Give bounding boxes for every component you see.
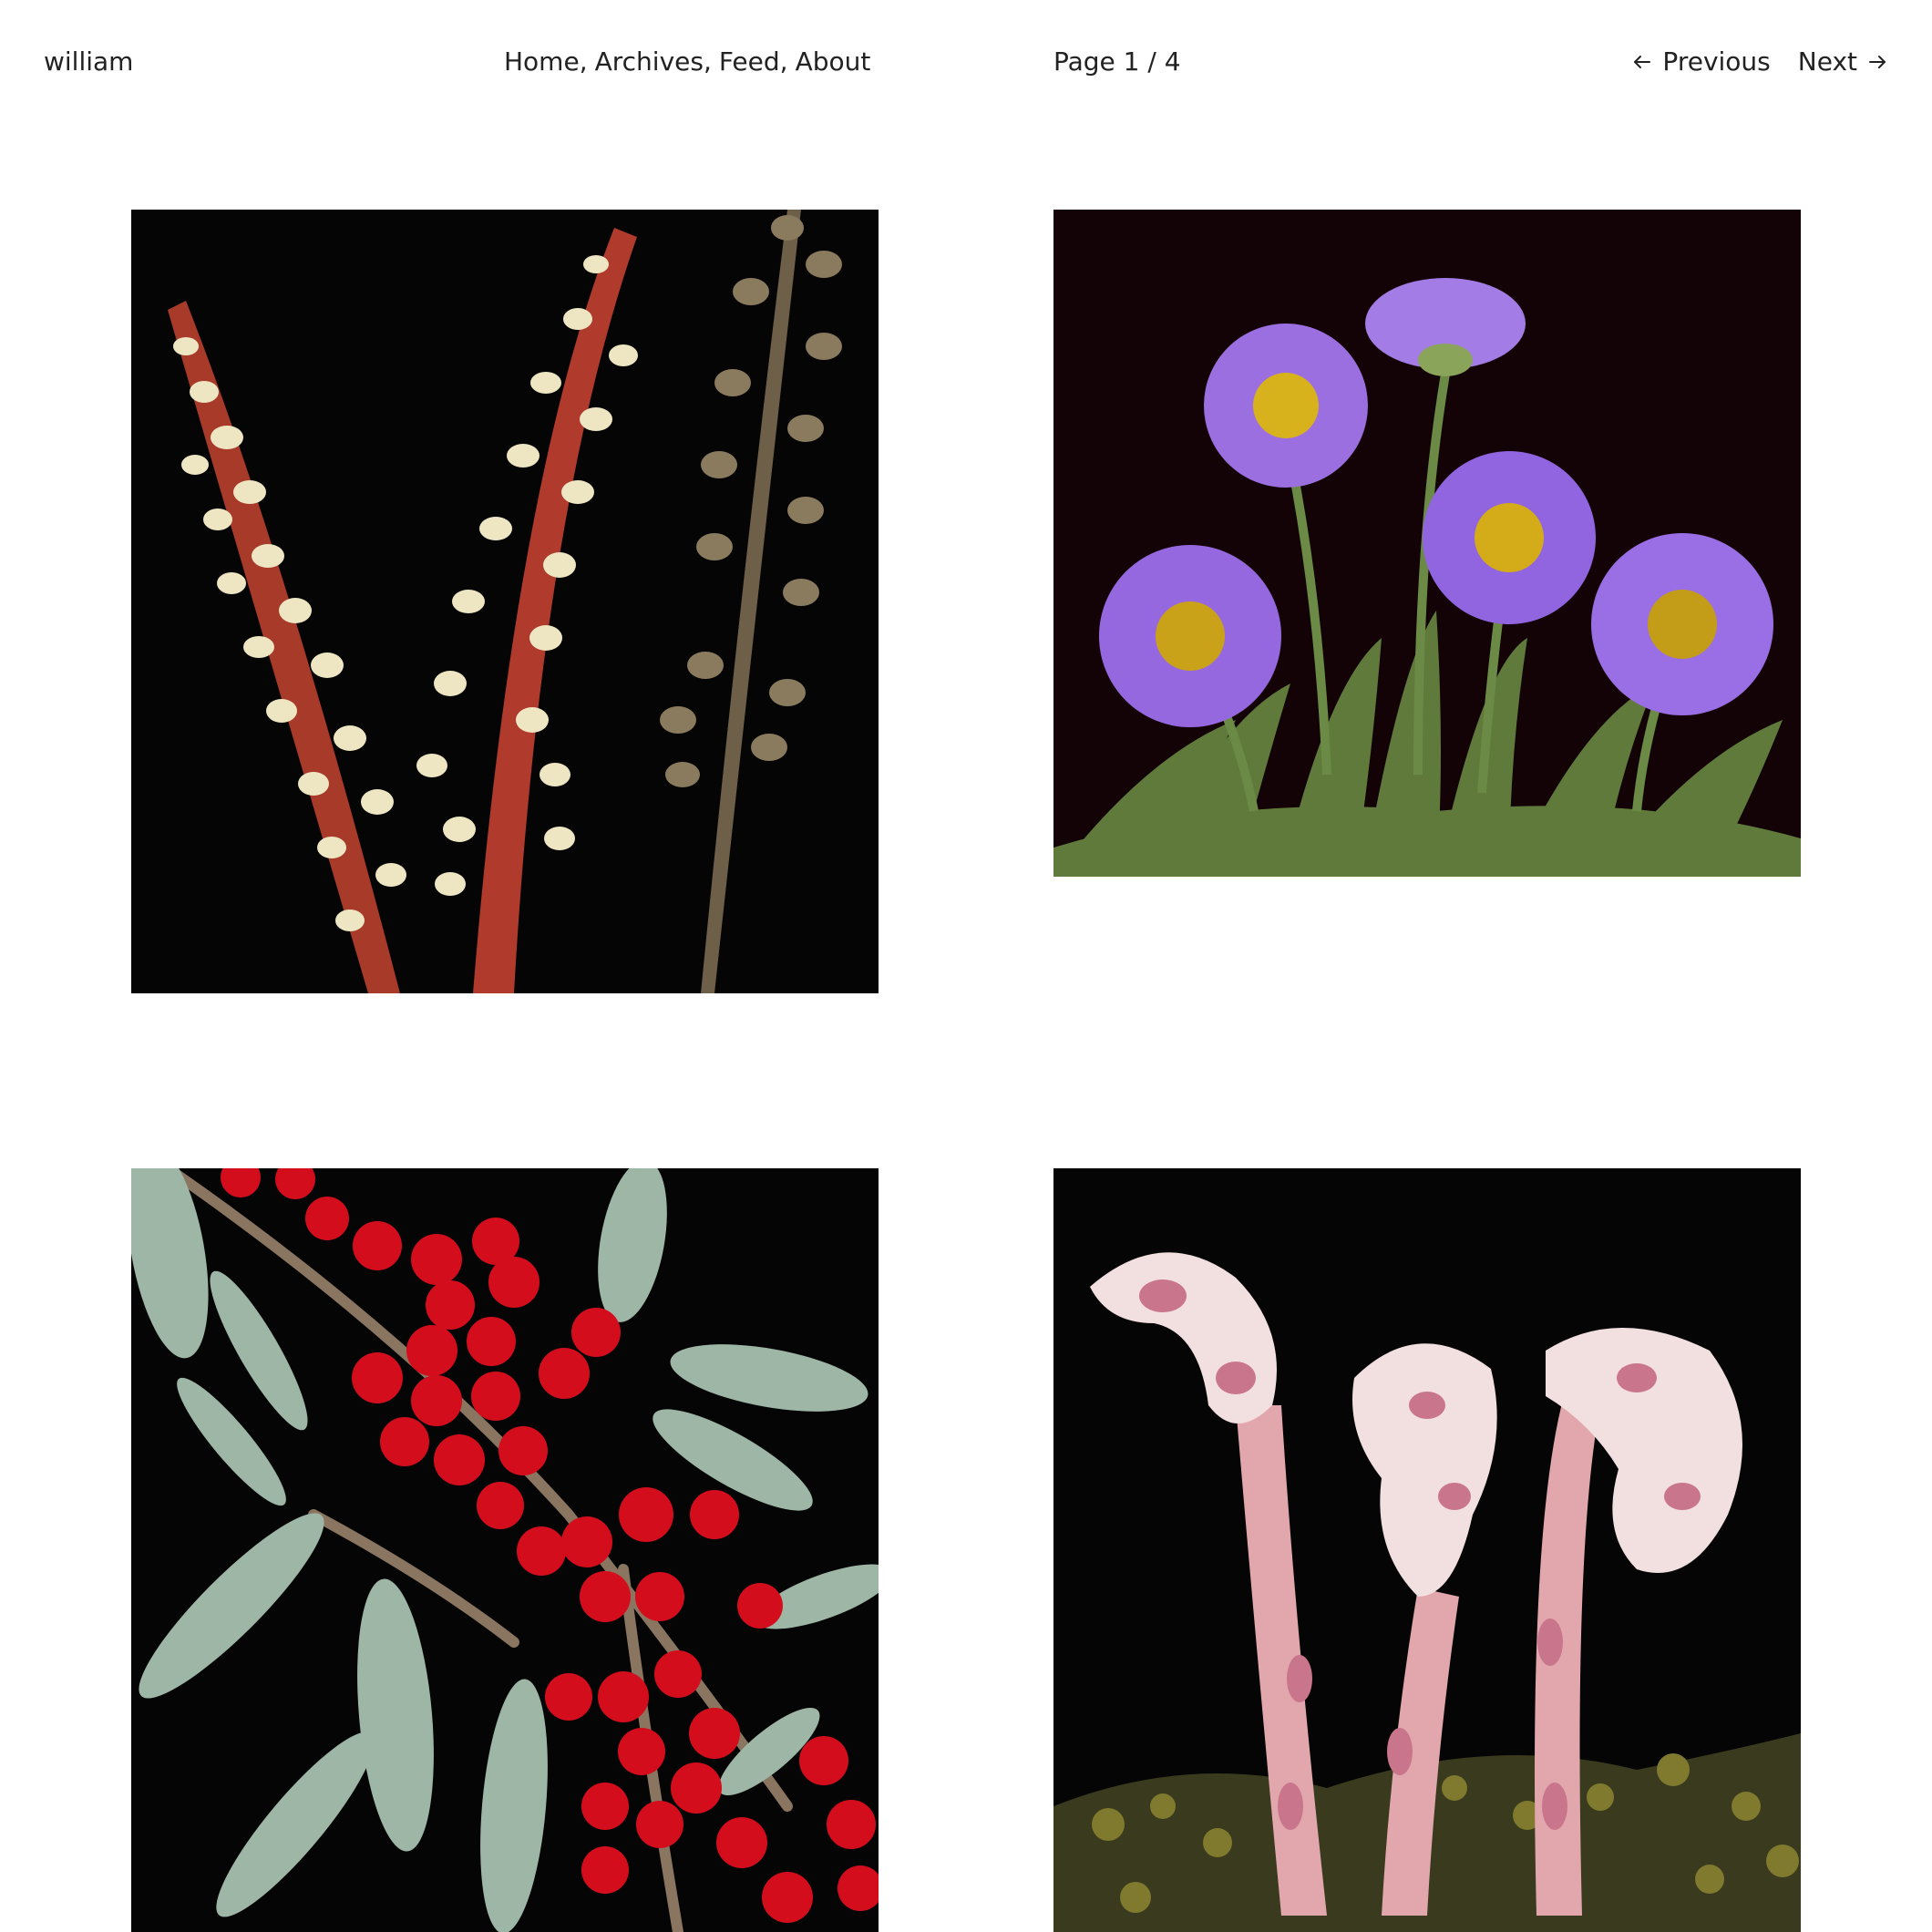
photo-red-berries-image: [131, 1168, 879, 1932]
photo-red-berries[interactable]: [131, 1168, 879, 1932]
photo-pine-drops-image: [131, 210, 879, 993]
photo-pine-drops[interactable]: [131, 210, 879, 993]
next-page-link[interactable]: Next: [1798, 44, 1888, 80]
photo-purple-daisies[interactable]: [1053, 210, 1801, 877]
top-bar: william Home, Archives, Feed, About Page 1 …: [0, 0, 1932, 128]
previous-label: Previous: [1662, 46, 1771, 77]
nav-archives[interactable]: Archives: [595, 46, 704, 77]
photo-pinesap-image: [1053, 1168, 1801, 1932]
pager: Previous Next: [1631, 44, 1888, 80]
nav-separator: ,: [579, 46, 588, 77]
page-indicator: Page 1 / 4: [1053, 46, 1181, 77]
arrow-right-icon: [1869, 56, 1886, 68]
nav-separator: ,: [779, 46, 788, 77]
nav-separator: ,: [703, 46, 712, 77]
main-nav: Home, Archives, Feed, About: [504, 44, 870, 80]
photo-purple-daisies-image: [1053, 210, 1801, 877]
next-label: Next: [1797, 46, 1857, 77]
site-title-link[interactable]: william: [44, 44, 133, 80]
previous-page-link[interactable]: Previous: [1631, 44, 1771, 80]
photo-pinesap[interactable]: [1053, 1168, 1801, 1932]
nav-feed[interactable]: Feed: [719, 46, 780, 77]
arrow-left-icon: [1634, 56, 1651, 68]
nav-home[interactable]: Home: [504, 46, 580, 77]
nav-about[interactable]: About: [796, 46, 871, 77]
